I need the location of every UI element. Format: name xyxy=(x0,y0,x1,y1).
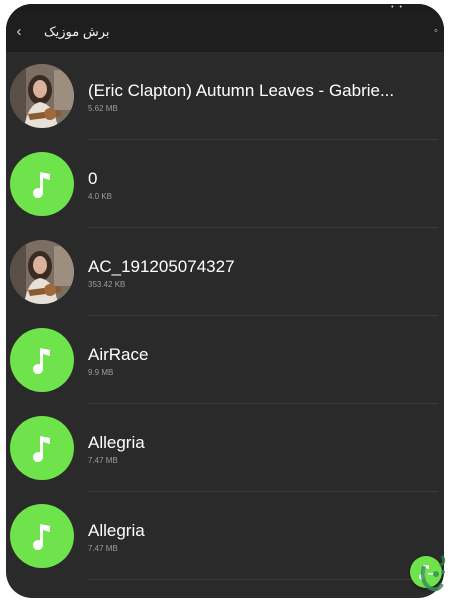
song-title: AirRace xyxy=(88,345,149,364)
song-row[interactable]: Allegria 7.47 MB xyxy=(6,492,444,580)
album-art-thumbnail xyxy=(10,64,74,128)
song-size: 353.42 KB xyxy=(88,280,126,289)
song-size: 7.47 MB xyxy=(88,456,118,465)
status-icons: • • xyxy=(391,4,404,11)
app-window: • • ‹ برش موزیک ◦ (Eric Clapton) Autumn … xyxy=(6,4,444,598)
song-row[interactable]: AirRace 9.9 MB xyxy=(6,316,444,404)
music-note-icon xyxy=(10,504,74,568)
song-title: Allegria xyxy=(88,521,145,540)
song-list: (Eric Clapton) Autumn Leaves - Gabrie...… xyxy=(6,52,444,598)
back-button[interactable]: ‹ xyxy=(12,22,26,42)
song-size: 7.47 MB xyxy=(88,544,118,553)
music-note-icon xyxy=(10,328,74,392)
song-row[interactable]: Allegria 7.47 MB xyxy=(6,404,444,492)
music-note-icon xyxy=(10,152,74,216)
toolbar: ‹ برش موزیک ◦ xyxy=(6,12,444,52)
song-size: 9.9 MB xyxy=(88,368,114,377)
song-size: 5.62 MB xyxy=(88,104,118,113)
store-watermark-logo xyxy=(420,555,446,592)
more-icon: ◦ xyxy=(434,25,438,37)
song-title: Allegria xyxy=(88,433,145,452)
album-art-thumbnail xyxy=(10,240,74,304)
music-note-icon xyxy=(10,416,74,480)
song-size: 4.0 KB xyxy=(88,192,113,201)
song-row[interactable]: 0 4.0 KB xyxy=(6,140,444,228)
row-divider xyxy=(88,579,438,580)
song-title: AC_191205074327 xyxy=(88,257,235,276)
song-title: 0 xyxy=(88,169,98,188)
more-button[interactable]: ◦ xyxy=(430,24,442,38)
song-row[interactable]: (Eric Clapton) Autumn Leaves - Gabrie...… xyxy=(6,52,444,140)
status-bar: • • xyxy=(6,4,444,12)
app-title: برش موزیک xyxy=(44,24,110,39)
chevron-left-icon: ‹ xyxy=(16,23,22,40)
song-title: (Eric Clapton) Autumn Leaves - Gabrie... xyxy=(88,81,395,100)
song-row[interactable]: AC_191205074327 353.42 KB xyxy=(6,228,444,316)
